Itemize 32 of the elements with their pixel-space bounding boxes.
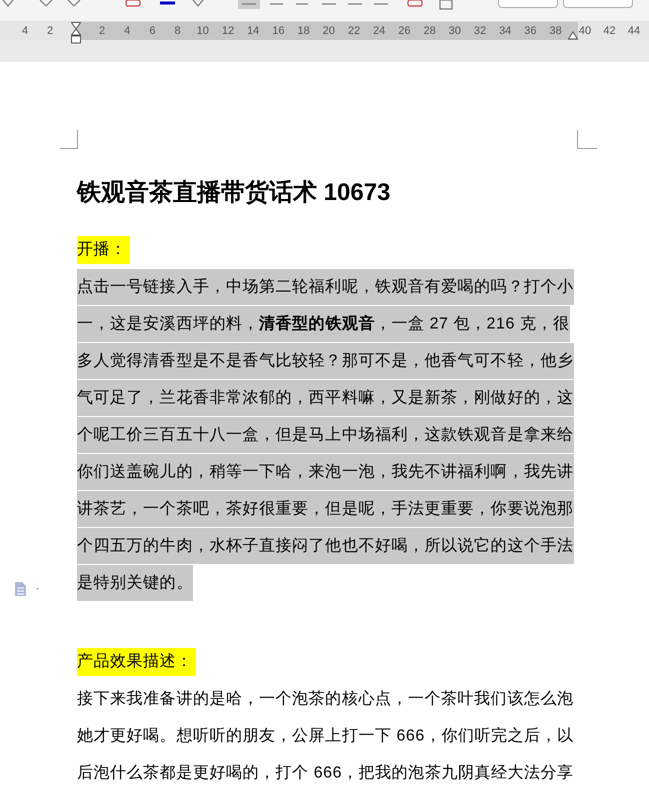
ruler-number: 40: [578, 24, 592, 38]
indent-marker[interactable]: [71, 22, 81, 44]
ruler-number: 2: [98, 24, 106, 38]
ruler-number: 4: [22, 24, 28, 38]
ruler-number: 28: [423, 24, 436, 38]
ruler-number: 32: [474, 24, 486, 38]
ruler-number: 38: [549, 24, 562, 38]
ruler-number: 34: [499, 24, 512, 38]
paragraph: 接下来我准备讲的是哈，一个泡茶的核心点，一个茶叶我们该怎么泡 她才更好喝。想听听的朋友，公屏上打一下 666，你们听完之后，以 后泡什么茶都是更好喝的，打个 666，把我的泡茶九阴真经大法分享: [77, 689, 575, 783]
ruler-number: 14: [247, 24, 260, 38]
ruler-number: 6: [149, 24, 156, 38]
ruler-number: 36: [524, 24, 537, 38]
ruler-number: 10: [196, 24, 209, 38]
ruler-number: 16: [272, 24, 285, 38]
ruler-number: 2: [46, 24, 54, 38]
ruler-number: 4: [124, 24, 130, 38]
ruler-number: 42: [603, 24, 616, 38]
ruler-number: 44: [628, 24, 640, 38]
ruler-number: 22: [348, 24, 360, 38]
ruler-number: 8: [174, 24, 181, 38]
document-icon: [14, 582, 40, 596]
ruler-number: 24: [373, 24, 386, 38]
section-heading: 开播：: [77, 236, 130, 264]
corner-mark: [577, 130, 597, 149]
ruler-number: 12: [222, 24, 234, 38]
ruler-number: 18: [297, 24, 310, 38]
ruler-number: 26: [398, 24, 411, 38]
corner-mark: [60, 130, 78, 149]
ruler-number: 20: [322, 24, 335, 38]
section-heading: 产品效果描述：: [77, 648, 196, 676]
ruler-number: 30: [448, 24, 461, 38]
document-title: 铁观音茶直播带货话术 10673: [77, 178, 392, 208]
